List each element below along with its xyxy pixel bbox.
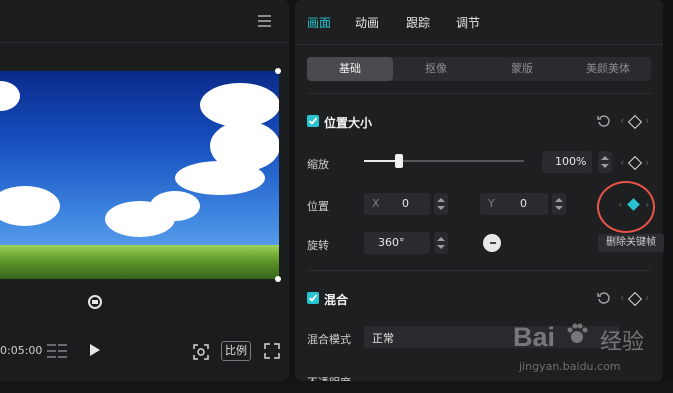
reset-icon[interactable] <box>597 114 611 128</box>
subtab-keying[interactable]: 抠像 <box>393 57 479 81</box>
prev-keyframe-icon[interactable]: ‹ <box>620 156 624 169</box>
subtab-beauty[interactable]: 美颜美体 <box>565 57 651 81</box>
ratio-button[interactable]: 比例 <box>221 341 251 361</box>
scale-slider-thumb[interactable] <box>395 154 403 168</box>
scale-stepper[interactable] <box>598 151 612 173</box>
time-display: 0:05:00 <box>0 344 43 357</box>
scale-label: 缩放 <box>307 158 329 171</box>
next-keyframe-icon[interactable]: › <box>645 114 649 127</box>
tab-bar: 画面 动画 跟踪 调节 <box>295 0 663 45</box>
prev-keyframe-icon[interactable]: ‹ <box>620 114 624 127</box>
divider <box>307 93 651 94</box>
resize-handle[interactable] <box>275 276 281 282</box>
scale-slider-fill <box>364 160 399 162</box>
rotate-stepper[interactable] <box>434 232 448 254</box>
divider <box>307 270 651 271</box>
position-size-checkbox[interactable] <box>307 115 319 127</box>
scale-slider[interactable] <box>364 154 524 168</box>
play-icon[interactable] <box>90 344 100 356</box>
menu-icon[interactable] <box>258 15 271 27</box>
cloud-shape <box>175 161 265 195</box>
grid-icon[interactable] <box>47 344 67 358</box>
player-controls: 0:05:00 比例 <box>0 330 289 375</box>
rotate-field[interactable]: 360° <box>364 232 430 254</box>
delete-keyframe-tooltip: 删除关键帧 <box>598 234 664 252</box>
prev-keyframe-icon[interactable]: ‹ <box>620 291 624 304</box>
grass-area <box>0 245 279 279</box>
rotate-label: 旋转 <box>307 239 329 252</box>
y-stepper[interactable] <box>552 193 566 215</box>
subtab-bar: 基础 抠像 蒙版 美颜美体 <box>307 57 651 81</box>
x-value: 0 <box>402 197 409 210</box>
scale-field[interactable]: 100% <box>542 151 592 173</box>
keyframe-icon[interactable] <box>627 114 643 130</box>
tab-adjust[interactable]: 调节 <box>456 14 480 31</box>
scale-value: 100% <box>555 155 587 168</box>
reset-icon[interactable] <box>597 291 611 305</box>
cloud-shape <box>0 81 20 111</box>
subtab-basic[interactable]: 基础 <box>307 57 393 81</box>
position-size-title: 位置大小 <box>324 116 373 130</box>
y-field[interactable]: Y 0 <box>480 193 548 215</box>
resize-handle[interactable] <box>275 68 281 74</box>
blend-mode-label: 混合模式 <box>307 333 351 346</box>
watermark-jingyan: 经验 <box>600 330 645 355</box>
paw-icon <box>567 323 588 343</box>
blend-checkbox[interactable] <box>307 292 319 304</box>
keyframe-icon[interactable] <box>627 291 643 307</box>
watermark-logo: Bai <box>513 322 556 352</box>
highlight-circle <box>597 181 655 233</box>
x-label: X <box>372 197 380 210</box>
preview-header <box>0 0 289 43</box>
next-keyframe-icon[interactable]: › <box>645 291 649 304</box>
y-value: 0 <box>520 197 527 210</box>
blend-mode-value: 正常 <box>372 332 394 345</box>
x-field[interactable]: X 0 <box>364 193 430 215</box>
x-stepper[interactable] <box>434 193 448 215</box>
focus-icon[interactable] <box>193 344 209 360</box>
keyframe-icon[interactable] <box>627 155 643 171</box>
subtab-mask[interactable]: 蒙版 <box>479 57 565 81</box>
video-preview[interactable] <box>0 71 279 279</box>
rotation-dial[interactable] <box>483 234 501 252</box>
rotate-value: 360° <box>378 236 405 249</box>
tab-animation[interactable]: 动画 <box>355 14 379 31</box>
position-label: 位置 <box>307 200 329 213</box>
tab-picture[interactable]: 画面 <box>307 14 331 31</box>
y-label: Y <box>488 197 495 210</box>
timeline-strip <box>0 381 673 393</box>
cloud-shape <box>0 186 60 226</box>
baidu-watermark: Bai 经验 jingyan.baidu.com <box>505 318 665 380</box>
fullscreen-icon[interactable] <box>264 343 280 359</box>
next-keyframe-icon[interactable]: › <box>645 156 649 169</box>
preview-panel: 0:05:00 比例 <box>0 0 289 381</box>
rotate-icon[interactable] <box>86 294 104 310</box>
watermark-url: jingyan.baidu.com <box>519 360 621 373</box>
tab-tracking[interactable]: 跟踪 <box>406 14 430 31</box>
blend-title: 混合 <box>324 293 349 307</box>
cloud-shape <box>150 191 200 221</box>
